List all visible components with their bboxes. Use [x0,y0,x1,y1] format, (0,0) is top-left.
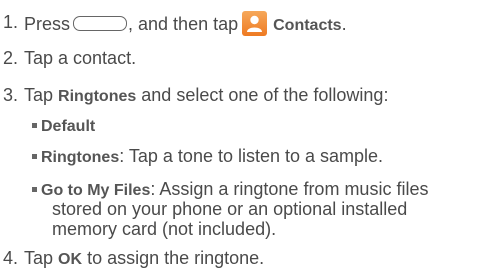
option-label: Go to My Files [41,182,151,199]
step-number: 2. [3,48,19,68]
step-text: . [341,14,347,34]
step-body: Press , and then tap Contacts. [24,11,347,37]
step-body: Tap Ringtones and select one of the foll… [24,84,388,108]
contacts-label: Contacts [273,17,342,34]
step-text: Tap [24,85,54,105]
step-text: to assign the ringtone. [87,248,265,268]
option-desc: : Assign a ringtone from music files [150,179,429,199]
option-desc: : Tap a tone to listen to a sample. [119,146,384,166]
step-number: 1. [3,12,19,32]
step-number: 4. [3,248,19,268]
step-text: Press [24,14,71,34]
step-text: Tap [24,248,54,268]
step-text: and select one of the following: [141,85,389,105]
step-text: , and then tap [128,14,239,34]
option-ringtones: Ringtones: Tap a tone to listen to a sam… [32,145,383,169]
instructions-document: 1. Press , and then tap Contacts. 2. Tap a… [0,0,485,270]
bullet-icon [32,154,37,159]
bullet-icon [32,187,37,192]
step-number: 3. [3,85,19,105]
home-key-icon [73,16,128,31]
ringtones-label: Ringtones [58,88,137,105]
option-default: Default [32,114,95,138]
option-desc-continued: memory card (not included). [52,219,277,239]
step-text: Tap a contact. [24,48,137,68]
bullet-icon [32,123,37,128]
ok-label: OK [58,251,83,268]
step-body: Tap OK to assign the ringtone. [24,247,264,271]
contacts-icon [242,11,268,36]
option-label: Ringtones [41,149,120,166]
option-label: Default [41,118,96,135]
option-desc-continued: stored on your phone or an optional inst… [52,199,408,219]
